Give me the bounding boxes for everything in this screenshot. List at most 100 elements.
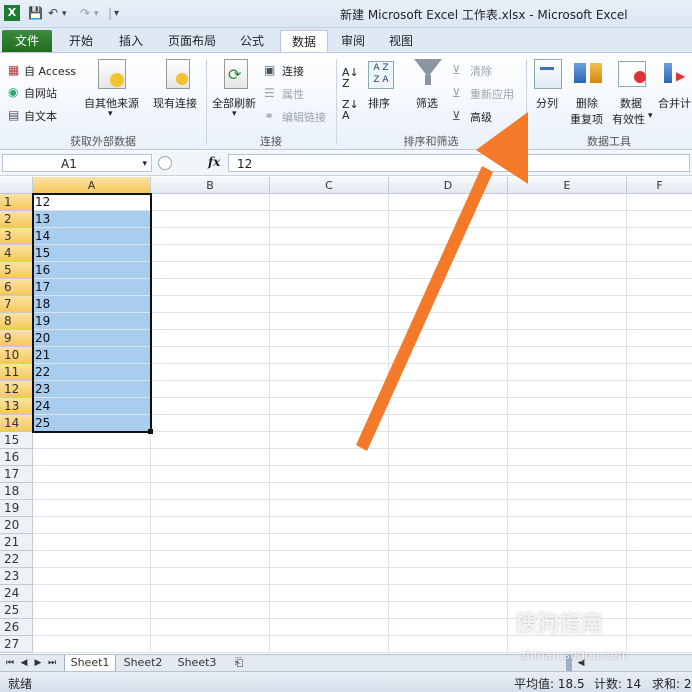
cell-b14[interactable]: [151, 415, 270, 432]
row-header[interactable]: 5: [0, 262, 33, 279]
cell-d9[interactable]: [389, 330, 508, 347]
formula-input[interactable]: 12: [228, 154, 690, 172]
cell-a18[interactable]: [33, 483, 151, 500]
cell-e5[interactable]: [508, 262, 627, 279]
cell-e1[interactable]: [508, 194, 627, 211]
cell-d19[interactable]: [389, 500, 508, 517]
cell-d26[interactable]: [389, 619, 508, 636]
cell-f24[interactable]: [627, 585, 692, 602]
cell-f18[interactable]: [627, 483, 692, 500]
cell-f13[interactable]: [627, 398, 692, 415]
cell-d4[interactable]: [389, 245, 508, 262]
cell-c14[interactable]: [270, 415, 389, 432]
cell-e14[interactable]: [508, 415, 627, 432]
cell-d23[interactable]: [389, 568, 508, 585]
row-header[interactable]: 3: [0, 228, 33, 245]
row-header[interactable]: 1: [0, 194, 33, 211]
cell-c15[interactable]: [270, 432, 389, 449]
text-to-columns-button[interactable]: 分列: [536, 95, 558, 111]
existing-connections-button[interactable]: 现有连接: [153, 95, 197, 111]
tab-home[interactable]: 开始: [62, 30, 100, 52]
row-header[interactable]: 23: [0, 568, 33, 585]
cell-c9[interactable]: [270, 330, 389, 347]
cell-f7[interactable]: [627, 296, 692, 313]
cell-b18[interactable]: [151, 483, 270, 500]
cell-b8[interactable]: [151, 313, 270, 330]
cell-f9[interactable]: [627, 330, 692, 347]
worksheet-grid[interactable]: A B C D E F 1 12 2 13 3 14 4 15 5 16 6 17 7 18 8 19 9 20 10 21 11 2…: [0, 177, 692, 654]
cell-b21[interactable]: [151, 534, 270, 551]
cell-d11[interactable]: [389, 364, 508, 381]
row-header[interactable]: 20: [0, 517, 33, 534]
cell-f12[interactable]: [627, 381, 692, 398]
row-header[interactable]: 19: [0, 500, 33, 517]
cell-a16[interactable]: [33, 449, 151, 466]
column-header-b[interactable]: B: [151, 177, 270, 194]
cell-d24[interactable]: [389, 585, 508, 602]
cell-f25[interactable]: [627, 602, 692, 619]
cell-e11[interactable]: [508, 364, 627, 381]
data-validation-dropdown-icon[interactable]: ▾: [648, 111, 653, 121]
row-header[interactable]: 21: [0, 534, 33, 551]
consolidate-button[interactable]: 合并计: [658, 95, 691, 111]
cell-b26[interactable]: [151, 619, 270, 636]
cell-e18[interactable]: [508, 483, 627, 500]
excel-icon[interactable]: X: [4, 5, 20, 21]
row-header[interactable]: 15: [0, 432, 33, 449]
cell-d15[interactable]: [389, 432, 508, 449]
sort-button[interactable]: 排序: [368, 95, 390, 111]
clear-button[interactable]: 清除: [470, 63, 492, 79]
sort-z-a-icon[interactable]: Z↓ A: [342, 99, 359, 121]
cell-f4[interactable]: [627, 245, 692, 262]
cell-d18[interactable]: [389, 483, 508, 500]
cell-d12[interactable]: [389, 381, 508, 398]
cell-f15[interactable]: [627, 432, 692, 449]
cell-c8[interactable]: [270, 313, 389, 330]
column-header-f[interactable]: F: [627, 177, 692, 194]
cell-c12[interactable]: [270, 381, 389, 398]
cell-c13[interactable]: [270, 398, 389, 415]
cell-b19[interactable]: [151, 500, 270, 517]
cell-b6[interactable]: [151, 279, 270, 296]
cell-f20[interactable]: [627, 517, 692, 534]
row-header[interactable]: 25: [0, 602, 33, 619]
cell-e12[interactable]: [508, 381, 627, 398]
row-header[interactable]: 7: [0, 296, 33, 313]
data-validation-label-1[interactable]: 数据: [620, 95, 642, 111]
cell-f11[interactable]: [627, 364, 692, 381]
row-header[interactable]: 24: [0, 585, 33, 602]
column-header-c[interactable]: C: [270, 177, 389, 194]
cell-d6[interactable]: [389, 279, 508, 296]
cell-d20[interactable]: [389, 517, 508, 534]
select-all-corner[interactable]: [0, 177, 33, 194]
name-box-dropdown-icon[interactable]: ▾: [142, 155, 147, 173]
row-header[interactable]: 27: [0, 636, 33, 653]
cell-c21[interactable]: [270, 534, 389, 551]
cell-e3[interactable]: [508, 228, 627, 245]
row-header[interactable]: 2: [0, 211, 33, 228]
row-header[interactable]: 16: [0, 449, 33, 466]
cell-b23[interactable]: [151, 568, 270, 585]
first-sheet-icon[interactable]: ⏮: [4, 655, 16, 671]
cell-d3[interactable]: [389, 228, 508, 245]
row-header[interactable]: 26: [0, 619, 33, 636]
data-validation-label-2[interactable]: 有效性: [612, 111, 645, 127]
cell-d10[interactable]: [389, 347, 508, 364]
cell-b9[interactable]: [151, 330, 270, 347]
cell-b7[interactable]: [151, 296, 270, 313]
save-icon[interactable]: 💾: [28, 6, 43, 20]
cell-b5[interactable]: [151, 262, 270, 279]
cell-e17[interactable]: [508, 466, 627, 483]
cell-c1[interactable]: [270, 194, 389, 211]
cell-c17[interactable]: [270, 466, 389, 483]
tab-page-layout[interactable]: 页面布局: [162, 30, 222, 52]
customize-icon[interactable]: ▾: [114, 8, 119, 19]
cell-d14[interactable]: [389, 415, 508, 432]
cell-d21[interactable]: [389, 534, 508, 551]
other-sources-dropdown-icon[interactable]: ▾: [108, 109, 113, 119]
row-header[interactable]: 14: [0, 415, 33, 432]
filter-button[interactable]: 筛选: [416, 95, 438, 111]
cell-f14[interactable]: [627, 415, 692, 432]
row-header[interactable]: 6: [0, 279, 33, 296]
cell-a19[interactable]: [33, 500, 151, 517]
